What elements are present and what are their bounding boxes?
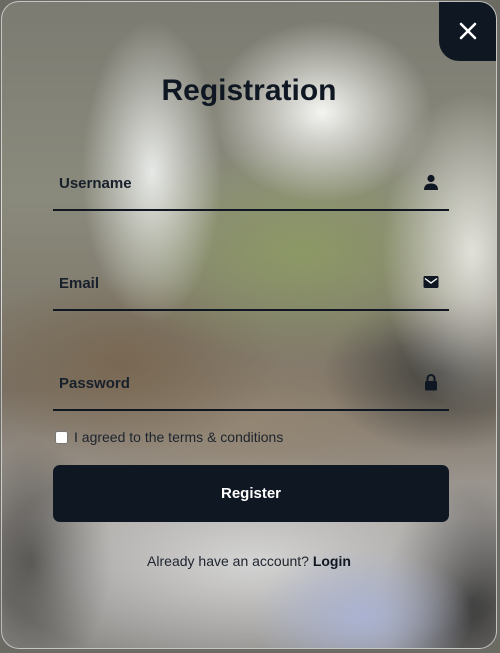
login-link[interactable]: Login [313,553,351,569]
close-button[interactable] [439,2,496,61]
terms-label: I agreed to the terms & conditions [74,429,284,445]
user-icon [423,173,439,191]
password-input[interactable] [53,357,449,409]
register-button[interactable]: Register [53,465,449,522]
username-input[interactable] [53,157,449,209]
username-field [53,157,449,211]
close-icon [459,22,477,40]
email-field [53,257,449,311]
login-prompt-row: Already have an account? Login [2,553,496,569]
registration-card: Registration I agreed to [1,1,497,649]
password-field [53,357,449,411]
terms-row: I agreed to the terms & conditions [55,429,283,445]
envelope-icon [423,273,439,291]
lock-icon [423,373,439,391]
login-prompt-text: Already have an account? [147,553,309,569]
form-title: Registration [161,74,337,107]
email-input[interactable] [53,257,449,309]
terms-checkbox[interactable] [55,430,68,444]
